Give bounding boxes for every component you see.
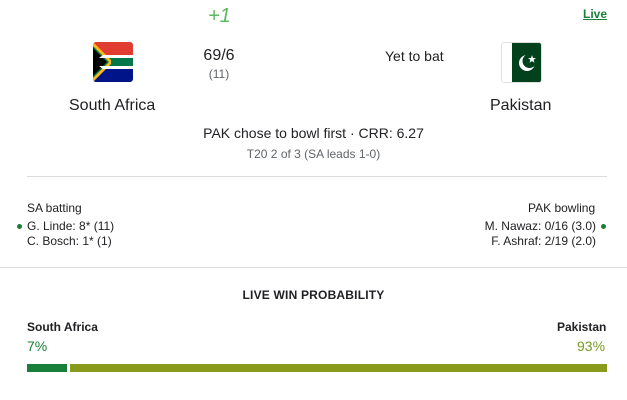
score-change-badge: +1	[208, 5, 231, 27]
south-africa-flag-icon	[93, 42, 133, 82]
win-prob-team-b-name: Pakistan	[557, 320, 607, 334]
win-probability-title: LIVE WIN PROBABILITY	[242, 288, 385, 302]
pakistan-flag-icon	[501, 42, 542, 83]
on-strike-dot-icon	[17, 224, 22, 230]
bowler-row: M. Nawaz: 0/16 (3.0)	[485, 219, 606, 233]
win-probability-bar	[27, 364, 607, 372]
team-b-name[interactable]: Pakistan	[490, 97, 551, 115]
bowling-title: PAK bowling	[528, 201, 596, 215]
match-summary: PAK chose to bowl first · CRR: 6.27	[203, 125, 424, 141]
batting-title: SA batting	[27, 201, 82, 215]
batter-row: G. Linde: 8* (11)	[17, 219, 115, 233]
win-prob-team-a-name: South Africa	[27, 320, 98, 334]
team-b-status: Yet to bat	[385, 48, 444, 64]
batter-text: G. Linde: 8* (11)	[27, 219, 115, 233]
series-info: T20 2 of 3 (SA leads 1-0)	[246, 147, 381, 161]
bowler-row: F. Ashraf: 2/19 (2.0)	[491, 234, 596, 248]
win-prob-bar-team-a	[27, 364, 68, 372]
batter-text: C. Bosch: 1* (1)	[27, 234, 112, 248]
bowler-text: F. Ashraf: 2/19 (2.0)	[491, 234, 596, 248]
divider	[27, 176, 607, 177]
current-bowler-dot-icon	[601, 224, 606, 230]
team-a-name[interactable]: South Africa	[69, 97, 155, 115]
team-a-overs: (11)	[208, 67, 230, 81]
bowler-text: M. Nawaz: 0/16 (3.0)	[484, 219, 596, 233]
team-a-score: 69/6	[203, 47, 235, 64]
win-prob-team-a-pct: 7%	[27, 338, 48, 354]
win-prob-team-b-pct: 93%	[577, 338, 606, 354]
win-prob-bar-team-b	[70, 364, 607, 372]
section-divider	[0, 267, 627, 268]
batter-row: C. Bosch: 1* (1)	[27, 234, 112, 248]
live-link[interactable]: Live	[583, 7, 607, 21]
